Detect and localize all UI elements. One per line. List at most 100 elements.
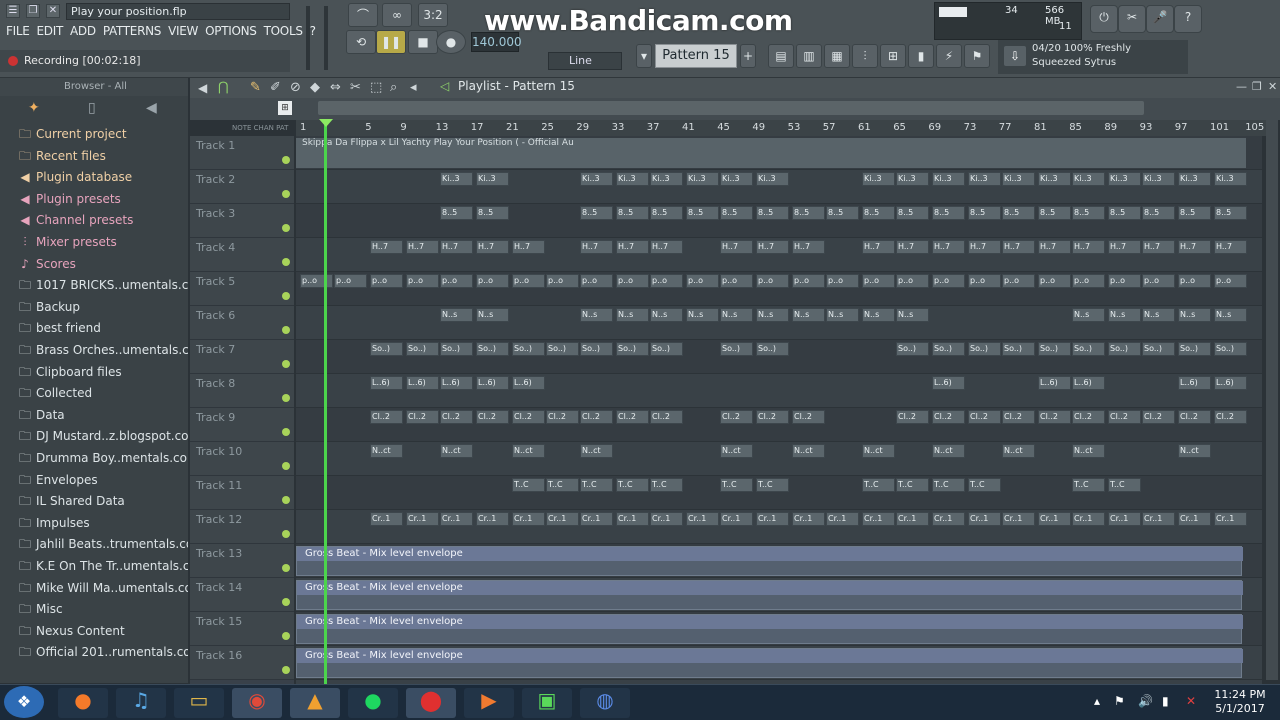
- browser-item[interactable]: 🗀 Official 201..rumentals.com): [0, 642, 188, 663]
- automation-clip[interactable]: Gross Beat - Mix level envelope: [296, 580, 1243, 610]
- pattern-clip[interactable]: N..ct: [1072, 444, 1105, 458]
- record-button[interactable]: ●: [436, 30, 466, 54]
- help-icon[interactable]: ?: [1174, 5, 1202, 33]
- stop-button[interactable]: ■: [408, 30, 438, 54]
- pattern-clip[interactable]: Cl..2: [1072, 410, 1105, 424]
- pattern-clip[interactable]: H..7: [1002, 240, 1035, 254]
- pattern-clip[interactable]: L..6): [1072, 376, 1105, 390]
- pattern-clip[interactable]: T..C: [616, 478, 649, 492]
- browser-item[interactable]: ◀ Channel presets: [0, 210, 188, 231]
- start-button[interactable]: ❖: [4, 686, 44, 718]
- pattern-clip[interactable]: p..o: [720, 274, 753, 288]
- pause-button[interactable]: ❚❚: [376, 30, 406, 54]
- browser-item[interactable]: ◀ Plugin database: [0, 167, 188, 188]
- pattern-clip[interactable]: N..s: [580, 308, 613, 322]
- pattern-clip[interactable]: L..6): [370, 376, 403, 390]
- track-mute-led-icon[interactable]: [282, 428, 290, 436]
- track-lane[interactable]: Gross Beat - Mix level envelope: [296, 646, 1262, 680]
- pattern-clip[interactable]: 8..5: [686, 206, 719, 220]
- pattern-clip[interactable]: Cr..1: [826, 512, 859, 526]
- browser-item[interactable]: 🗀 Brass Orches..umentals.com): [0, 340, 188, 361]
- playlist-maximize-icon[interactable]: ❐: [1252, 80, 1262, 93]
- pattern-clip[interactable]: So..): [968, 342, 1001, 356]
- pattern-clip[interactable]: Cr..1: [1072, 512, 1105, 526]
- track-header[interactable]: Track 6: [190, 306, 294, 340]
- pattern-clip[interactable]: Cr..1: [546, 512, 579, 526]
- browser-item[interactable]: 🗀 Impulses: [0, 513, 188, 534]
- pattern-clip[interactable]: So..): [650, 342, 683, 356]
- browser-icon[interactable]: ⊞: [880, 44, 906, 68]
- track-lane[interactable]: Gross Beat - Mix level envelope: [296, 544, 1262, 578]
- menu-patterns[interactable]: PATTERNS: [103, 24, 162, 38]
- track-header[interactable]: Track 3: [190, 204, 294, 238]
- pattern-clip[interactable]: Cl..2: [370, 410, 403, 424]
- pattern-clip[interactable]: N..s: [896, 308, 929, 322]
- playhead-marker-icon[interactable]: [319, 119, 333, 127]
- pattern-clip[interactable]: p..o: [1002, 274, 1035, 288]
- track-lane[interactable]: Cl..2 Cl..2 Cl..2 Cl..2 Cl..2 Cl..2 Cl..2 Cl..2…: [296, 408, 1262, 442]
- pattern-clip[interactable]: p..o: [792, 274, 825, 288]
- track-mute-led-icon[interactable]: [282, 564, 290, 572]
- pattern-clip[interactable]: N..s: [1108, 308, 1141, 322]
- pattern-clip[interactable]: Cl..2: [580, 410, 613, 424]
- pattern-clip[interactable]: So..): [370, 342, 403, 356]
- delete-icon[interactable]: ⊘: [290, 80, 301, 95]
- pattern-clip[interactable]: N..s: [440, 308, 473, 322]
- itunes-icon[interactable]: ♫: [116, 688, 166, 718]
- pattern-clip[interactable]: Ki..3: [1178, 172, 1211, 186]
- pattern-clip[interactable]: Cl..2: [1214, 410, 1247, 424]
- pattern-clip[interactable]: N..ct: [932, 444, 965, 458]
- pattern-clip[interactable]: So..): [1072, 342, 1105, 356]
- track-header[interactable]: Track 8: [190, 374, 294, 408]
- pattern-clip[interactable]: p..o: [968, 274, 1001, 288]
- pattern-clip[interactable]: Cl..2: [720, 410, 753, 424]
- pattern-clip[interactable]: 8..5: [1038, 206, 1071, 220]
- pattern-clip[interactable]: L..6): [932, 376, 965, 390]
- pattern-clip[interactable]: Cl..2: [650, 410, 683, 424]
- pattern-clip[interactable]: p..o: [1072, 274, 1105, 288]
- playlist-icon[interactable]: ▤: [768, 44, 794, 68]
- pattern-clip[interactable]: Cl..2: [896, 410, 929, 424]
- track-lane[interactable]: Ki..3 Ki..3 Ki..3 Ki..3 Ki..3 Ki..3 Ki..3 Ki..3…: [296, 170, 1262, 204]
- pattern-clip[interactable]: p..o: [650, 274, 683, 288]
- track-mute-led-icon[interactable]: [282, 258, 290, 266]
- browser-item[interactable]: 🗀 Misc: [0, 599, 188, 620]
- pattern-clip[interactable]: Cl..2: [616, 410, 649, 424]
- automation-clip[interactable]: Gross Beat - Mix level envelope: [296, 546, 1243, 576]
- pattern-clip[interactable]: So..): [896, 342, 929, 356]
- pattern-clip[interactable]: Cl..2: [1002, 410, 1035, 424]
- pattern-clip[interactable]: Cr..1: [1002, 512, 1035, 526]
- pattern-clip[interactable]: N..ct: [862, 444, 895, 458]
- pattern-clip[interactable]: H..7: [756, 240, 789, 254]
- select-icon[interactable]: ⬚: [370, 80, 382, 95]
- pattern-clip[interactable]: So..): [932, 342, 965, 356]
- track-header[interactable]: Track 13: [190, 544, 294, 578]
- pattern-clip[interactable]: p..o: [334, 274, 367, 288]
- pattern-clip[interactable]: Cr..1: [370, 512, 403, 526]
- pattern-clip[interactable]: T..C: [862, 478, 895, 492]
- bandicam-icon[interactable]: ⬤: [406, 688, 456, 718]
- pattern-clip[interactable]: Ki..3: [968, 172, 1001, 186]
- pattern-clip[interactable]: N..s: [720, 308, 753, 322]
- power-icon[interactable]: ⏻: [1090, 5, 1118, 33]
- menu-file[interactable]: FILE: [6, 24, 30, 38]
- pattern-clip[interactable]: Cr..1: [862, 512, 895, 526]
- pattern-clip[interactable]: Cl..2: [440, 410, 473, 424]
- horizontal-scrollbar[interactable]: [318, 101, 1144, 115]
- pattern-clip[interactable]: L..6): [406, 376, 439, 390]
- pattern-clip[interactable]: p..o: [1214, 274, 1247, 288]
- browser-item[interactable]: ⫶ Mixer presets: [0, 232, 188, 253]
- track-mute-led-icon[interactable]: [282, 666, 290, 674]
- pattern-clip[interactable]: T..C: [580, 478, 613, 492]
- pattern-clip[interactable]: Ki..3: [1142, 172, 1175, 186]
- menu-options[interactable]: OPTIONS: [205, 24, 257, 38]
- browser-item[interactable]: 🗀 Nexus Content: [0, 621, 188, 642]
- pattern-clip[interactable]: So..): [616, 342, 649, 356]
- menu-view[interactable]: VIEW: [168, 24, 198, 38]
- pattern-clip[interactable]: So..): [1002, 342, 1035, 356]
- track-header[interactable]: Track 2: [190, 170, 294, 204]
- pattern-clip[interactable]: Cr..1: [616, 512, 649, 526]
- tray-network-icon[interactable]: ⚑: [1114, 694, 1125, 708]
- menu-icon[interactable]: ☰: [6, 4, 20, 18]
- app-green-icon[interactable]: ▣: [522, 688, 572, 718]
